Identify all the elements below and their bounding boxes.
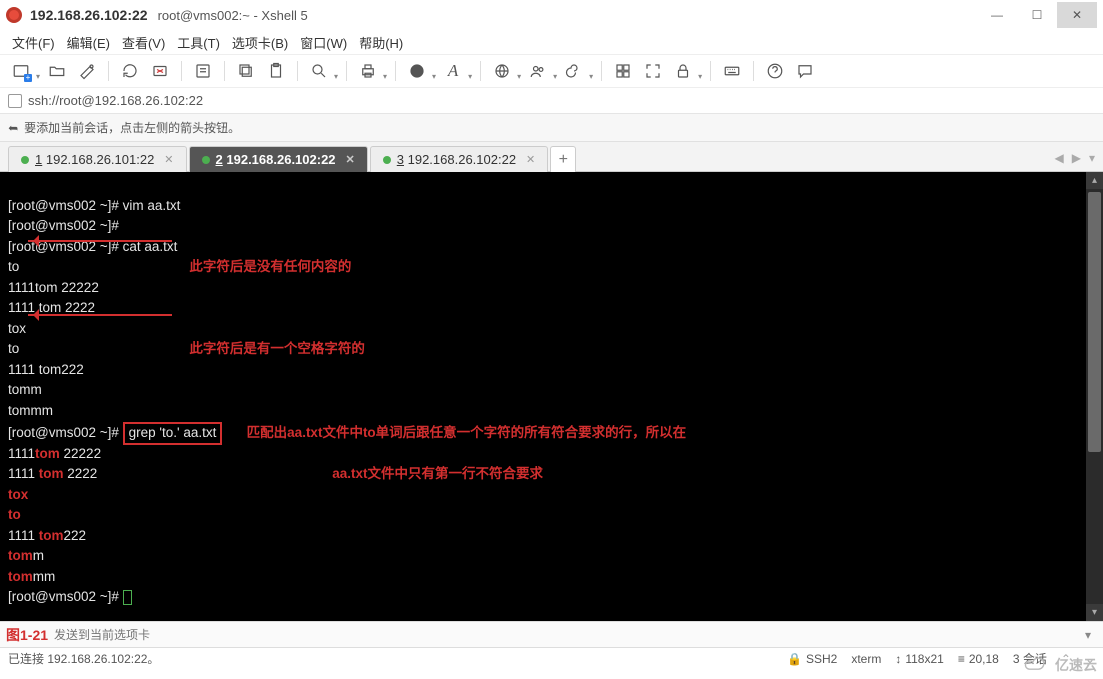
figure-label: 图1-21 <box>6 625 48 645</box>
menu-window[interactable]: 窗口(W) <box>300 33 347 52</box>
annotation-3a: 匹配出aa.txt文件中to单词后跟任意一个字符的所有符合要求的行，所以在 <box>247 425 687 440</box>
arrow-1-icon <box>28 240 172 242</box>
status-pos: ≡ 20,18 <box>958 652 999 666</box>
hint-text: 要添加当前会话，点击左侧的箭头按钮。 <box>24 119 240 136</box>
cursor <box>123 590 132 605</box>
tab-close-icon[interactable]: ✕ <box>346 153 355 166</box>
paste-icon[interactable] <box>263 58 289 84</box>
menu-tools[interactable]: 工具(T) <box>177 33 220 52</box>
font-icon[interactable]: A <box>440 58 466 84</box>
find-icon[interactable] <box>306 58 332 84</box>
lock-icon[interactable] <box>670 58 696 84</box>
properties-icon[interactable] <box>190 58 216 84</box>
disconnect-icon[interactable] <box>147 58 173 84</box>
keyboard-icon[interactable] <box>719 58 745 84</box>
window-title-sub: root@vms002:~ - Xshell 5 <box>158 8 308 23</box>
status-bar: 已连接 192.168.26.102:22。 🔒 SSH2 xterm ↕ 11… <box>0 647 1103 669</box>
status-term: xterm <box>851 652 881 666</box>
scrollbar[interactable]: ▴ ▾ <box>1086 172 1103 621</box>
users-icon[interactable] <box>525 58 551 84</box>
hint-bar: ➦ 要添加当前会话，点击左侧的箭头按钮。 <box>0 114 1103 142</box>
settings-icon[interactable] <box>74 58 100 84</box>
compose-input[interactable] <box>54 628 1073 642</box>
window-title-host: 192.168.26.102:22 <box>30 7 148 23</box>
scroll-down-icon[interactable]: ▾ <box>1086 604 1103 621</box>
session-tab-2[interactable]: 2 192.168.26.102:22 ✕ <box>189 146 368 172</box>
scroll-thumb[interactable] <box>1088 192 1101 452</box>
address-text[interactable]: ssh://root@192.168.26.102:22 <box>28 93 203 108</box>
status-dot-icon <box>21 156 29 164</box>
maximize-button[interactable]: ☐ <box>1017 2 1057 28</box>
session-tab-3[interactable]: 3 192.168.26.102:22 ✕ <box>370 146 549 172</box>
fullscreen-icon[interactable] <box>640 58 666 84</box>
web-icon[interactable] <box>489 58 515 84</box>
title-bar: 192.168.26.102:22 root@vms002:~ - Xshell… <box>0 0 1103 30</box>
tab-next-icon[interactable]: ▶ <box>1072 151 1081 165</box>
annotation-2: 此字符后是有一个空格字符的 <box>189 341 365 356</box>
address-bar: ssh://root@192.168.26.102:22 <box>0 88 1103 114</box>
menu-tab[interactable]: 选项卡(B) <box>232 33 288 52</box>
compose-dropdown-icon[interactable]: ▾ <box>1079 628 1097 642</box>
address-icon <box>8 94 22 108</box>
terminal-wrap: [root@vms002 ~]# vim aa.txt [root@vms002… <box>0 172 1103 621</box>
status-connection: 已连接 192.168.26.102:22。 <box>8 650 159 667</box>
new-tab-button[interactable]: + <box>550 146 576 172</box>
tab-close-icon[interactable]: ✕ <box>526 153 535 166</box>
toolbar: +▾ ▾ ▾ ▾ A▾ ▾ ▾ ▾ ▾ <box>0 54 1103 88</box>
chat-icon[interactable] <box>792 58 818 84</box>
reconnect-icon[interactable] <box>117 58 143 84</box>
layout-icon[interactable] <box>610 58 636 84</box>
tab-close-icon[interactable]: ✕ <box>164 153 173 166</box>
watermark: 亿速云 <box>1023 655 1097 675</box>
tab-list-icon[interactable]: ▾ <box>1089 151 1095 165</box>
print-icon[interactable] <box>355 58 381 84</box>
annotation-1: 此字符后是没有任何内容的 <box>189 259 351 274</box>
status-dot-icon <box>383 156 391 164</box>
highlight-box: grep 'to.' aa.txt <box>123 422 223 445</box>
menu-help[interactable]: 帮助(H) <box>359 33 403 52</box>
open-folder-icon[interactable] <box>44 58 70 84</box>
app-icon <box>6 7 22 23</box>
tab-nav: ◀ ▶ ▾ <box>1047 145 1103 171</box>
color-icon[interactable] <box>404 58 430 84</box>
menu-edit[interactable]: 编辑(E) <box>67 33 110 52</box>
status-dot-icon <box>202 156 210 164</box>
hint-arrow-icon[interactable]: ➦ <box>8 121 18 135</box>
status-size: ↕ 118x21 <box>895 652 943 666</box>
menu-bar: 文件(F) 编辑(E) 查看(V) 工具(T) 选项卡(B) 窗口(W) 帮助(… <box>0 30 1103 54</box>
menu-file[interactable]: 文件(F) <box>12 33 55 52</box>
help-icon[interactable] <box>762 58 788 84</box>
menu-view[interactable]: 查看(V) <box>122 33 165 52</box>
spiral-icon[interactable] <box>561 58 587 84</box>
tab-prev-icon[interactable]: ◀ <box>1055 151 1064 165</box>
minimize-button[interactable]: — <box>977 2 1017 28</box>
session-tab-1[interactable]: 1 192.168.26.101:22 ✕ <box>8 146 187 172</box>
tab-bar: 1 192.168.26.101:22 ✕ 2 192.168.26.102:2… <box>0 142 1103 172</box>
scroll-up-icon[interactable]: ▴ <box>1086 172 1103 189</box>
new-session-icon[interactable]: + <box>8 58 34 84</box>
terminal[interactable]: [root@vms002 ~]# vim aa.txt [root@vms002… <box>0 172 1086 621</box>
status-protocol: 🔒 SSH2 <box>787 652 837 666</box>
arrow-2-icon <box>28 314 172 316</box>
compose-bar: 图1-21 ▾ <box>0 621 1103 647</box>
copy-icon[interactable] <box>233 58 259 84</box>
close-button[interactable]: ✕ <box>1057 2 1097 28</box>
annotation-3b: aa.txt文件中只有第一行不符合要求 <box>332 466 543 481</box>
